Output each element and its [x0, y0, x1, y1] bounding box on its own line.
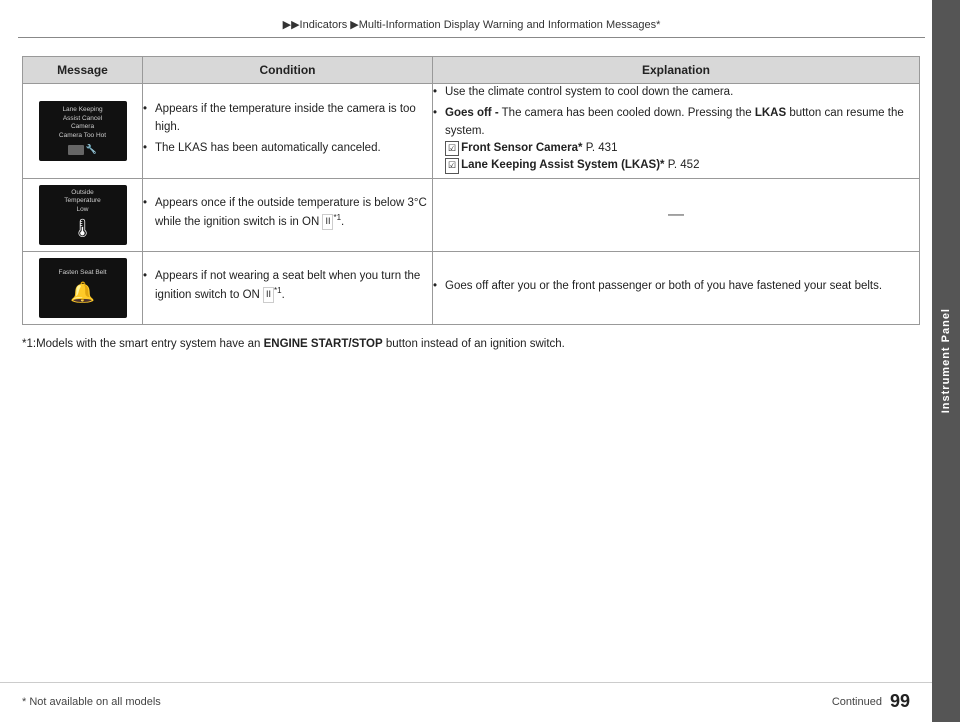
dash-placeholder: —: [433, 206, 919, 224]
explanation-item: Use the climate control system to cool d…: [433, 84, 919, 101]
explanation-item: Goes off - The camera has been cooled do…: [433, 105, 919, 174]
message-cell-temp: OutsideTemperatureLow 🌡: [23, 179, 143, 252]
table-header-row: Message Condition Explanation: [23, 57, 920, 84]
camera-display: Lane KeepingAssist CancelCameraCamera To…: [39, 101, 127, 161]
warning-table: Message Condition Explanation Lane Keepi…: [22, 56, 920, 325]
page-container: Instrument Panel ▶▶Indicators ▶Multi-Inf…: [0, 0, 960, 722]
bottom-right: Continued 99: [832, 691, 910, 712]
explanation-cell-camera: Use the climate control system to cool d…: [433, 84, 920, 179]
ignition-icon: II: [263, 287, 274, 303]
table-row: OutsideTemperatureLow 🌡 Appears once if …: [23, 179, 920, 252]
col-message: Message: [23, 57, 143, 84]
side-tab: Instrument Panel: [932, 0, 960, 722]
condition-item: The LKAS has been automatically canceled…: [143, 140, 432, 157]
footnote-star: *1:Models with the smart entry system ha…: [22, 338, 565, 350]
condition-cell-temp: Appears once if the outside temperature …: [143, 179, 433, 252]
explanation-cell-temp: —: [433, 179, 920, 252]
temp-display: OutsideTemperatureLow 🌡: [39, 185, 127, 245]
side-tab-label: Instrument Panel: [940, 308, 952, 413]
message-cell-seatbelt: Fasten Seat Belt 🔔: [23, 252, 143, 325]
footnote: *1:Models with the smart entry system ha…: [22, 335, 920, 353]
not-available-note: * Not available on all models: [22, 696, 161, 708]
engine-label: ENGINE START/STOP: [264, 338, 383, 350]
condition-item: Appears if the temperature inside the ca…: [143, 101, 432, 136]
page-number: 99: [890, 691, 910, 712]
continued-label: Continued: [832, 696, 882, 708]
ignition-icon: II: [322, 214, 333, 230]
explanation-cell-seatbelt: Goes off after you or the front passenge…: [433, 252, 920, 325]
col-condition: Condition: [143, 57, 433, 84]
condition-item: Appears if not wearing a seat belt when …: [143, 268, 432, 304]
col-explanation: Explanation: [433, 57, 920, 84]
condition-cell-camera: Appears if the temperature inside the ca…: [143, 84, 433, 179]
table-row: Lane KeepingAssist CancelCameraCamera To…: [23, 84, 920, 179]
condition-item: Appears once if the outside temperature …: [143, 195, 432, 231]
condition-cell-seatbelt: Appears if not wearing a seat belt when …: [143, 252, 433, 325]
message-cell-camera: Lane KeepingAssist CancelCameraCamera To…: [23, 84, 143, 179]
bottom-bar: * Not available on all models Continued …: [0, 682, 932, 722]
breadcrumb: ▶▶Indicators ▶Multi-Information Display …: [283, 19, 661, 31]
table-row: Fasten Seat Belt 🔔 Appears if not wearin…: [23, 252, 920, 325]
explanation-item: Goes off after you or the front passenge…: [433, 278, 919, 295]
page-header: ▶▶Indicators ▶Multi-Information Display …: [18, 18, 925, 38]
ref-icon: ☑: [445, 141, 459, 157]
ref-icon: ☑: [445, 158, 459, 174]
main-content: Message Condition Explanation Lane Keepi…: [22, 56, 920, 354]
seatbelt-display: Fasten Seat Belt 🔔: [39, 258, 127, 318]
